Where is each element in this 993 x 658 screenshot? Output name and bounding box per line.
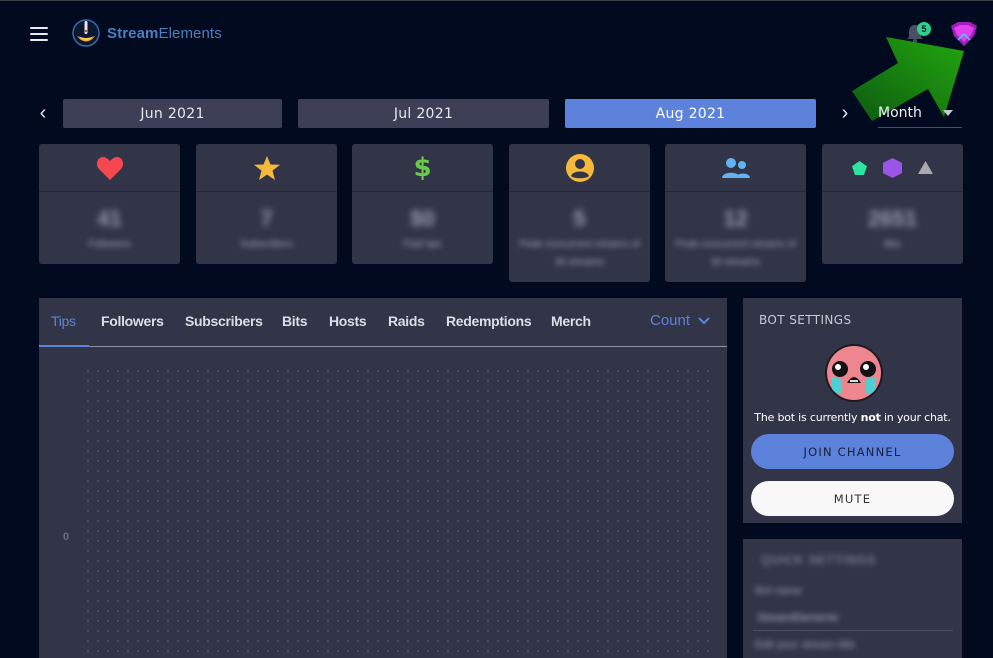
tab-subscribers[interactable]: Subscribers [185,313,263,329]
stat-label: Paid tips [403,239,442,250]
previous-month-chevron-icon[interactable]: ‹ [36,103,50,123]
join-channel-button[interactable]: JOIN CHANNEL [751,434,954,469]
triangle-gem-icon [918,161,933,174]
stat-value: 12 [723,206,748,231]
stat-label: Peak concurrent viewers of 30 streams [519,239,640,268]
users-icon [721,157,750,178]
month-button-jun[interactable]: Jun 2021 [63,99,282,128]
hamburger-menu-icon[interactable] [30,27,48,41]
logo-text: StreamElements [107,24,222,42]
bot-name-value: StreamElements [757,612,839,624]
stat-label: Peak concurrent viewers of 30 streams [675,239,796,268]
bot-settings-title: BOT SETTINGS [759,313,852,327]
next-month-chevron-icon[interactable]: › [838,103,852,123]
stat-label: Followers [88,239,131,250]
top-bar: StreamElements 5 [0,1,993,121]
month-button-jul[interactable]: Jul 2021 [298,99,549,128]
period-select[interactable]: Month [878,99,962,128]
month-button-aug[interactable]: Aug 2021 [565,99,816,128]
y-axis-tick: 0 [63,531,70,543]
activity-tabs: Tips Followers Subscribers Bits Hosts Ra… [39,298,727,347]
mute-button[interactable]: MUTE [751,481,954,516]
stat-label: Subscribers [240,239,293,250]
bot-status-text: The bot is currently not in your chat. [754,411,951,424]
rocket-logo-icon [72,19,100,47]
stat-card-viewers: 5 Peak concurrent viewers of 30 streams [509,144,650,282]
quick-settings-title: QUICK SETTINGS [761,553,877,567]
stat-value: 2651 [868,206,917,231]
stat-value: 41 [97,206,122,231]
tab-raids[interactable]: Raids [388,313,425,329]
tab-tips[interactable]: Tips [51,313,76,329]
notification-count-badge: 5 [917,22,931,36]
stat-label: Bits [884,239,901,250]
tab-hosts[interactable]: Hosts [329,313,367,329]
chevron-down-icon [698,316,710,324]
activity-chart-panel: Tips Followers Subscribers Bits Hosts Ra… [39,298,727,658]
pentagon-gem-icon [852,160,867,175]
tab-followers[interactable]: Followers [101,313,164,329]
streamelements-logo[interactable]: StreamElements [71,18,222,48]
date-navigation: ‹ Jun 2021 Jul 2021 Aug 2021 › Month [0,99,993,129]
chart-dot-grid [83,366,717,658]
metric-select[interactable]: Count [650,312,710,329]
caret-down-icon [943,110,953,116]
stream-title-label: Edit your stream title [755,639,856,651]
quick-settings-panel: QUICK SETTINGS Bot name StreamElements E… [743,539,962,658]
sad-bot-face-icon [825,344,883,402]
bot-name-label: Bot name [755,585,803,597]
active-tab-indicator [39,345,89,347]
stat-card-followers: 41 Followers [39,144,180,264]
stat-value: 5 [573,206,586,231]
stat-card-subscribers: 7 Subscribers [196,144,337,264]
stat-value: 7 [260,206,273,231]
tab-redemptions[interactable]: Redemptions [446,313,532,329]
heart-icon [96,156,123,180]
stat-card-tips: $ $0 Paid tips [352,144,493,264]
dollar-icon: $ [413,152,432,183]
user-circle-icon [565,153,594,182]
bot-settings-panel: BOT SETTINGS The bot is currently not in… [743,298,962,523]
star-icon [253,155,280,180]
stat-card-chatters: 12 Peak concurrent viewers of 30 streams [665,144,806,282]
stat-value: $0 [410,206,435,231]
metric-select-value: Count [650,312,691,329]
bot-name-input[interactable]: StreamElements [753,609,953,631]
stat-card-bits: 2651 Bits [822,144,963,264]
hexagon-gem-icon [883,157,902,178]
tab-merch[interactable]: Merch [551,313,591,329]
period-select-value: Month [878,105,922,121]
user-avatar[interactable] [948,18,980,50]
tab-bits[interactable]: Bits [282,313,308,329]
chart-area: 0 [39,348,727,658]
